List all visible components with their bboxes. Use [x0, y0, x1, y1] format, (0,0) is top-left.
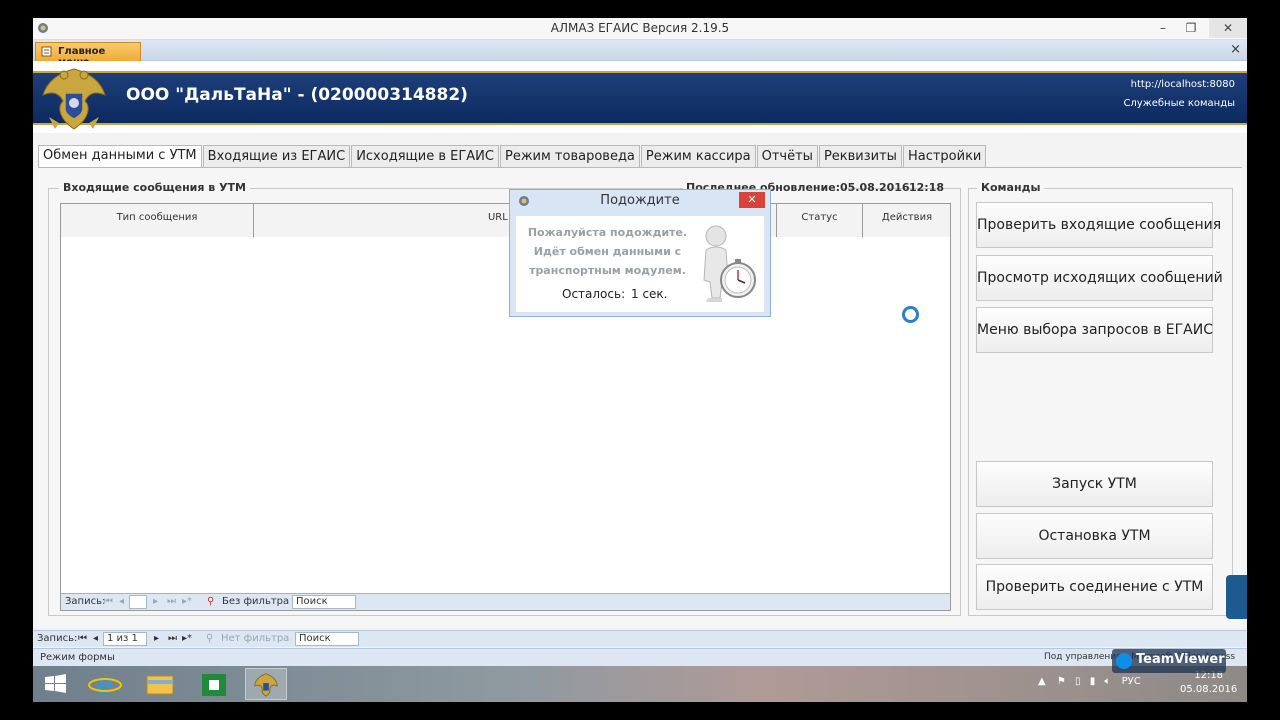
incoming-messages-grid[interactable]: Тип сообщения URL адрес Статус Действия …: [60, 203, 951, 611]
minimize-button[interactable]: –: [1149, 18, 1177, 38]
title-bar: АЛМАЗ ЕГАИС Версия 2.19.5 – ❐ ✕: [33, 18, 1247, 40]
close-doc-button[interactable]: ×: [1230, 42, 1241, 57]
start-windows-icon[interactable]: [35, 668, 77, 700]
usb-icon[interactable]: ▯: [1075, 676, 1081, 687]
teamviewer-side-panel-handle[interactable]: [1226, 575, 1247, 619]
dialog-message-line-2: Идёт обмен данными с: [533, 245, 682, 258]
dialog-close-button[interactable]: ✕: [739, 192, 765, 208]
dialog-title: Подождите: [600, 193, 680, 208]
grid-record-label: Запись:: [65, 596, 106, 607]
busy-spinner-icon: [902, 306, 919, 323]
column-header-type[interactable]: Тип сообщения: [61, 204, 254, 237]
stopwatch-figure-icon: [703, 225, 756, 302]
company-name: ООО "ДальТаНа" - (020000314882): [126, 85, 468, 105]
tray-expand-icon[interactable]: ▲: [1038, 676, 1046, 687]
grid-next-record-icon[interactable]: ▸: [153, 596, 158, 607]
tab-settings[interactable]: Настройки: [902, 145, 987, 167]
svg-text:e: e: [97, 670, 112, 700]
grid-first-record-icon[interactable]: ⏮: [104, 596, 113, 607]
restore-button[interactable]: ❐: [1177, 18, 1205, 38]
clock-date: 05.08.2016: [1180, 684, 1238, 695]
form-filter-toggle[interactable]: Нет фильтра: [221, 633, 289, 644]
tab-incoming-egais[interactable]: Входящие из ЕГАИС: [202, 145, 351, 167]
dialog-message-line-3: транспортным модулем.: [529, 264, 686, 277]
form-icon: [41, 46, 52, 57]
check-utm-connection-button[interactable]: Проверить соединение с УТМ: [976, 564, 1213, 610]
stop-utm-button[interactable]: Остановка УТМ: [976, 513, 1213, 559]
grid-filter-toggle[interactable]: Без фильтра: [222, 596, 289, 607]
internet-explorer-icon[interactable]: e: [84, 668, 126, 700]
tab-reports[interactable]: Отчёты: [756, 145, 818, 167]
view-outgoing-button[interactable]: Просмотр исходящих сообщений: [976, 255, 1223, 301]
server-url-link[interactable]: http://localhost:8080: [1131, 79, 1235, 90]
tab-outgoing-egais[interactable]: Исходящие в ЕГАИС: [351, 145, 499, 167]
form-record-navigator: Запись: ⏮ ◂ 1 из 1 ▸ ⏭ ▸* ⚲ Нет фильтра …: [33, 630, 1247, 647]
commands-group-legend: Команды: [977, 181, 1045, 194]
header: ООО "ДальТаНа" - (020000314882) http://l…: [33, 61, 1247, 133]
start-utm-button[interactable]: Запуск УТМ: [976, 461, 1213, 507]
dialog-message-line-1: Пожалуйста подождите.: [527, 226, 688, 239]
form-prev-record-icon[interactable]: ◂: [93, 633, 98, 644]
remaining-label: Осталось:: [562, 287, 626, 301]
column-header-actions[interactable]: Действия: [863, 204, 951, 237]
volume-icon[interactable]: 🔈︎: [1104, 676, 1110, 687]
filter-icon: ⚲: [207, 596, 215, 607]
tab-cashier-mode[interactable]: Режим кассира: [640, 145, 756, 167]
teamviewer-icon: [1116, 653, 1132, 669]
form-record-position-input[interactable]: 1 из 1: [103, 632, 147, 646]
document-tab-strip: Главное меню ×: [33, 40, 1247, 68]
teamviewer-label: TeamViewer: [1136, 652, 1225, 667]
access-window: АЛМАЗ ЕГАИС Версия 2.19.5 – ❐ ✕ Главное …: [33, 18, 1247, 702]
last-update-time: 12:18: [909, 181, 945, 194]
grid-new-record-icon[interactable]: ▸*: [182, 596, 192, 607]
grid-prev-record-icon[interactable]: ◂: [119, 596, 124, 607]
no-filter-icon: ⚲: [206, 633, 214, 644]
main-tabs: Обмен данными с УТМ Входящие из ЕГАИС Ис…: [38, 145, 987, 168]
wait-dialog: Подождите ✕ Пожалуйста подождите. Идёт о…: [509, 189, 771, 317]
flag-icon[interactable]: ⚑: [1057, 676, 1066, 687]
service-commands-link[interactable]: Служебные команды: [1123, 98, 1235, 109]
form-next-record-icon[interactable]: ▸: [154, 633, 159, 644]
last-update-date: 05.08.2016: [840, 181, 910, 194]
window-title: АЛМАЗ ЕГАИС Версия 2.19.5: [550, 21, 730, 35]
teamviewer-badge[interactable]: TeamViewer: [1112, 649, 1226, 673]
remaining-value: 1 сек.: [631, 287, 668, 301]
egais-requests-menu-button[interactable]: Меню выбора запросов в ЕГАИС: [976, 307, 1213, 353]
grid-record-position-input[interactable]: [129, 595, 147, 609]
column-header-status[interactable]: Статус: [777, 204, 863, 237]
form-last-record-icon[interactable]: ⏭: [168, 633, 177, 644]
almaz-egais-taskbar-icon[interactable]: [245, 668, 287, 700]
dialog-body: Пожалуйста подождите. Идёт обмен данными…: [516, 216, 764, 312]
dialog-message: Пожалуйста подождите. Идёт обмен данными…: [520, 223, 695, 280]
form-record-label: Запись:: [37, 633, 78, 644]
grid-record-navigator: Запись: ⏮ ◂ ▸ ⏭ ▸* ⚲ Без фильтра Поиск: [61, 593, 950, 610]
taskbar-clock[interactable]: 12:18 05.08.2016: [1180, 669, 1237, 697]
form-first-record-icon[interactable]: ⏮: [78, 633, 87, 644]
status-bar: Режим формы Под управлением Microsoft Of…: [33, 648, 1247, 666]
windows-taskbar: e ▲ ⚑ ▯ ▮ 🔈︎ РУС 12:18 05.08.2016: [33, 666, 1247, 702]
network-icon[interactable]: ▮: [1090, 676, 1096, 687]
tab-merchandiser-mode[interactable]: Режим товароведа: [499, 145, 640, 167]
system-tray: ▲ ⚑ ▯ ▮ 🔈︎ РУС: [1038, 676, 1141, 687]
incoming-group-legend: Входящие сообщения в УТМ: [59, 181, 250, 194]
tab-requisites[interactable]: Реквизиты: [818, 145, 902, 167]
form-new-record-icon[interactable]: ▸*: [182, 633, 192, 644]
form-mode-status: Режим формы: [40, 652, 115, 663]
store-icon[interactable]: [193, 668, 235, 700]
form-search-input[interactable]: Поиск: [295, 632, 359, 646]
check-incoming-button[interactable]: Проверить входящие сообщения: [976, 202, 1221, 248]
grid-search-input[interactable]: Поиск: [292, 595, 356, 609]
doc-tab-main-menu[interactable]: Главное меню: [35, 42, 141, 68]
grid-last-record-icon[interactable]: ⏭: [167, 596, 176, 607]
coat-of-arms-icon: [42, 68, 106, 130]
tab-utm-exchange[interactable]: Обмен данными с УТМ: [38, 145, 202, 168]
close-window-button[interactable]: ✕: [1209, 18, 1247, 38]
language-indicator[interactable]: РУС: [1122, 676, 1141, 687]
file-explorer-icon[interactable]: [139, 668, 181, 700]
grid-header: Тип сообщения URL адрес Статус Действия: [61, 204, 950, 237]
